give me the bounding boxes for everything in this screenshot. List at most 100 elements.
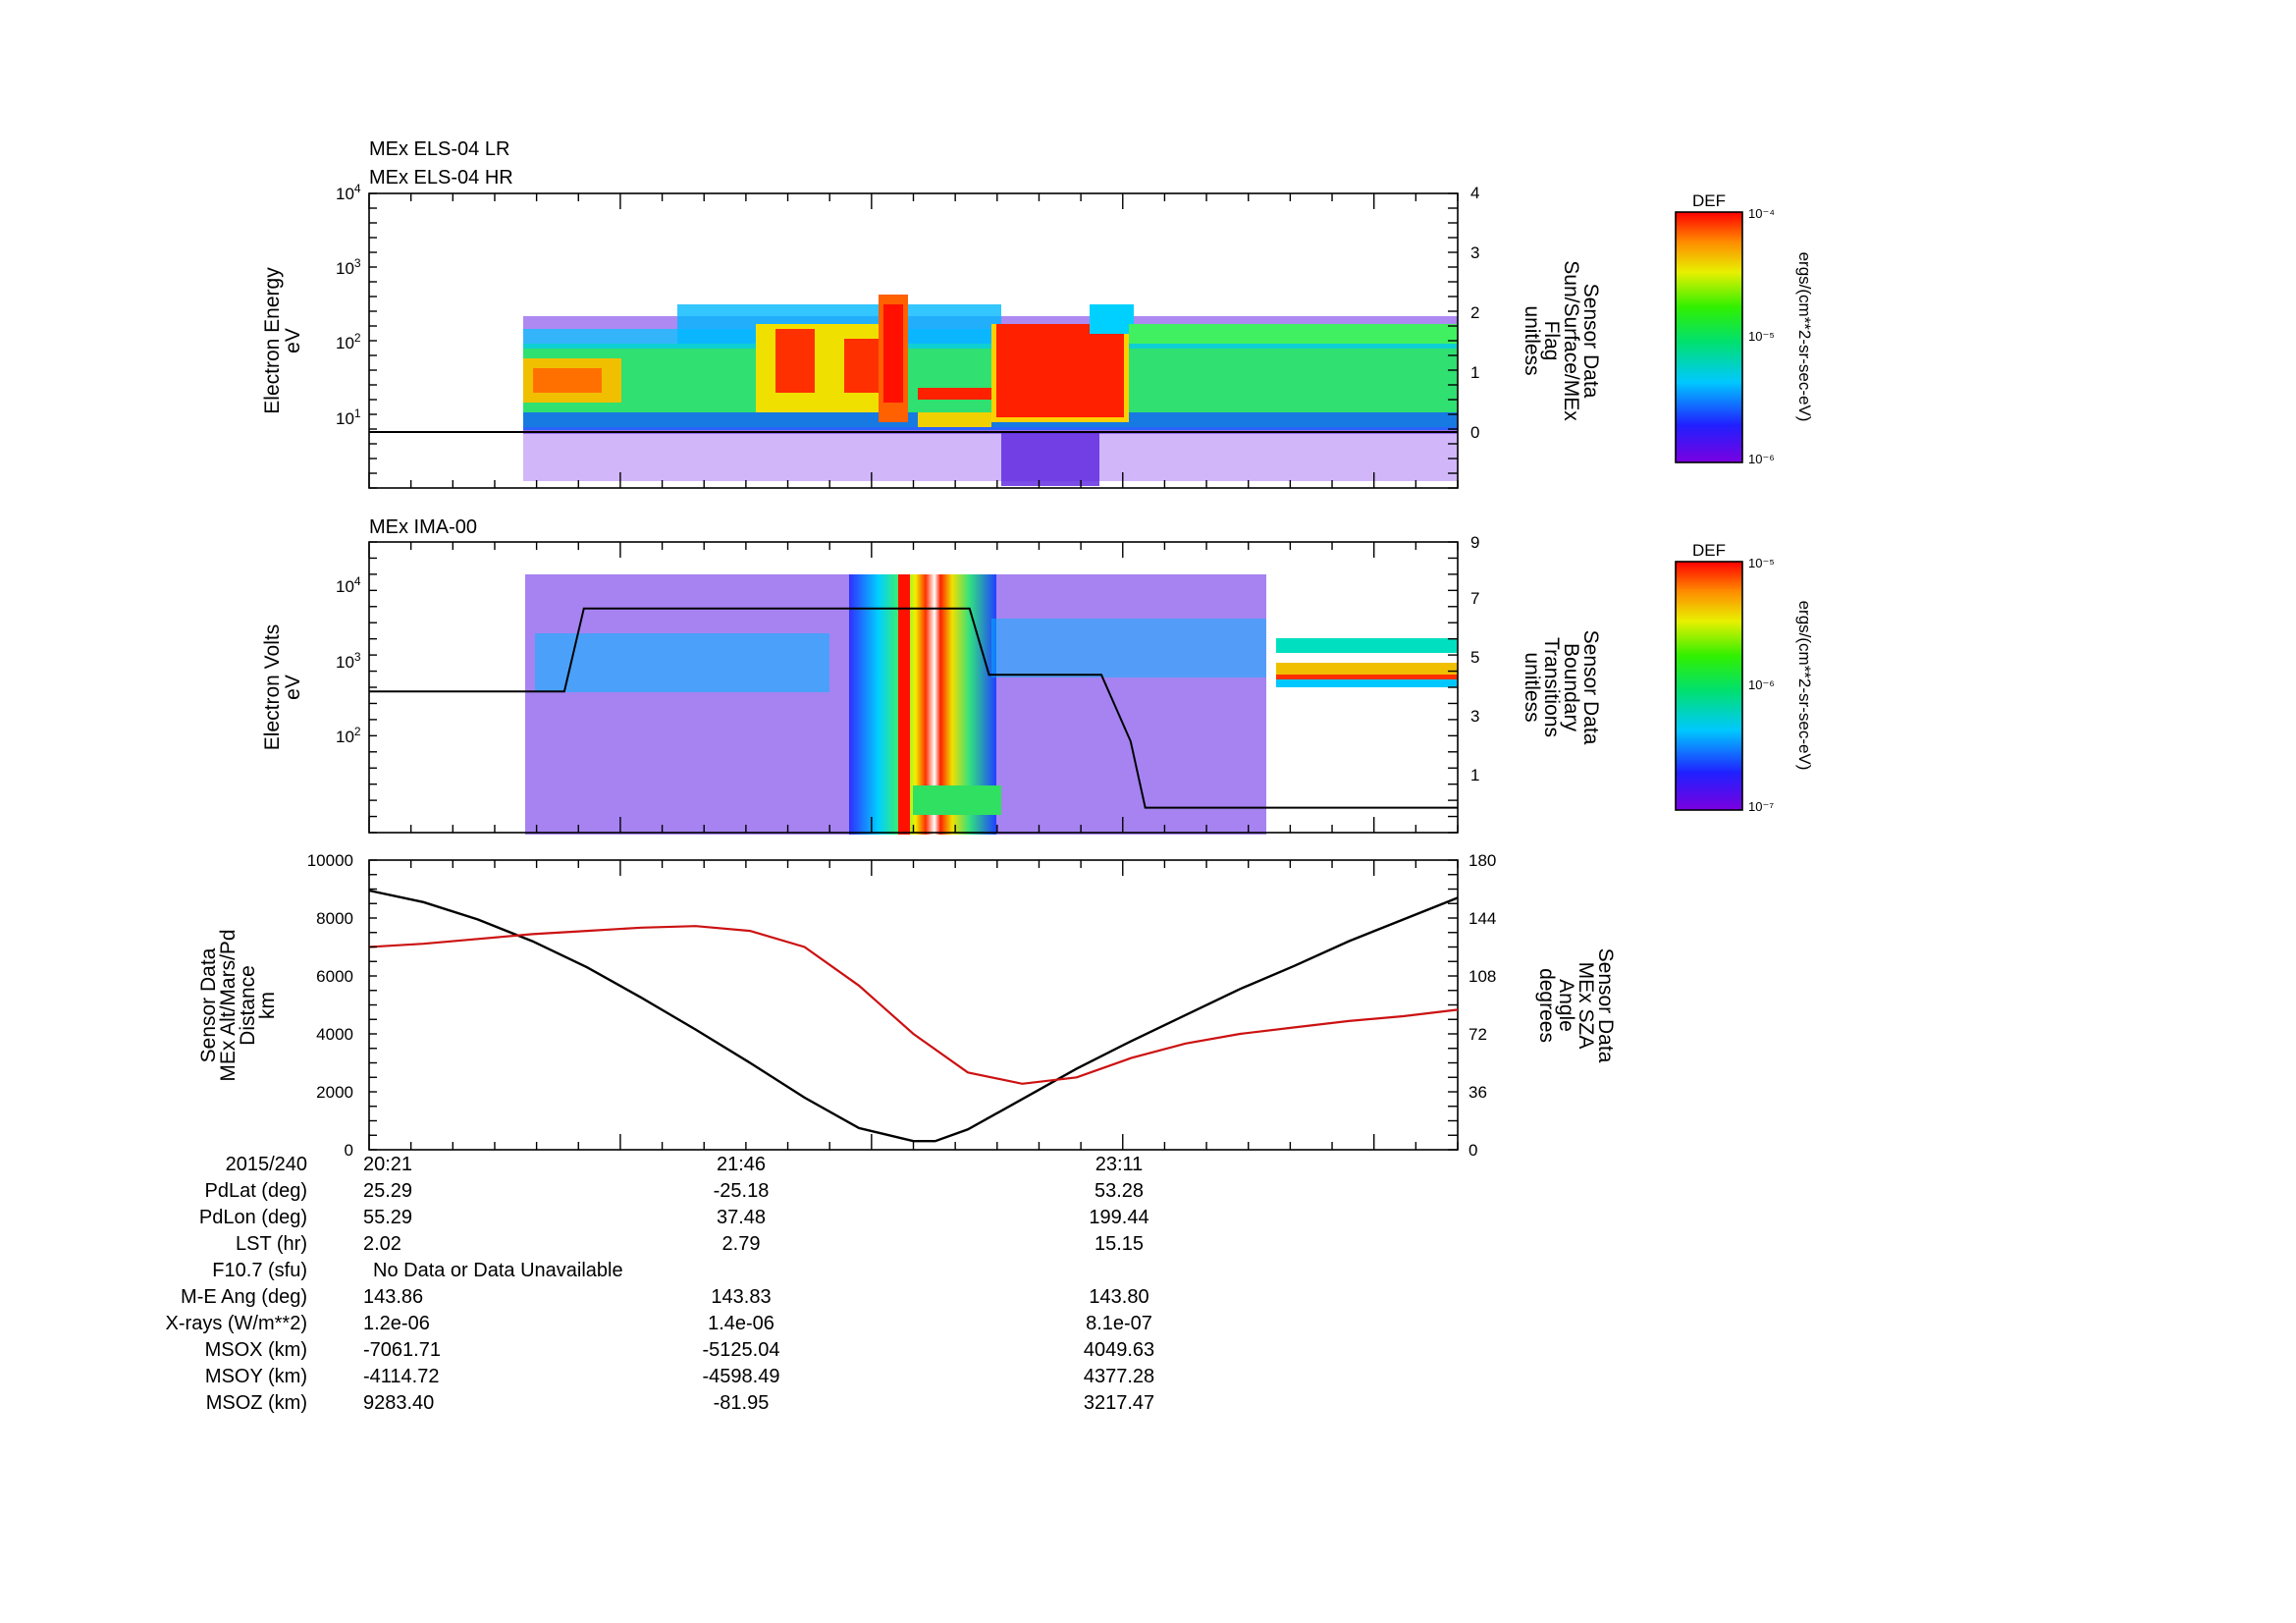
panel2-ylabel-1: Electron Volts: [261, 624, 284, 750]
figure: MEx ELS-04 LR MEx ELS-04 HR 101 102 103 …: [166, 138, 1814, 1414]
panel3-ytick-label: 0: [345, 1141, 353, 1160]
info-row-value: 1.2e-06: [363, 1313, 430, 1334]
panel3-ylabel-3: km: [256, 992, 279, 1019]
colorbar2-mid: 10⁻⁶: [1748, 677, 1775, 692]
info-row-value: 143.80: [1089, 1286, 1148, 1308]
colorbar1-title: DEF: [1692, 191, 1726, 210]
info-row-label: X-rays (W/m**2): [166, 1313, 307, 1334]
panel2-rlabel-3: unitless: [1521, 652, 1543, 722]
panel3-rtick-label: 72: [1468, 1025, 1487, 1044]
info-row-value: 2.02: [363, 1233, 401, 1255]
panel3-ytick-label: 8000: [316, 909, 353, 928]
panel3-ytick-label: 2000: [316, 1083, 353, 1102]
info-row-label: MSOY (km): [205, 1366, 307, 1387]
colorbar1: [1675, 211, 1743, 463]
info-row-value: 23:11: [1095, 1154, 1144, 1175]
panel1-ytick-2: 102: [336, 331, 361, 352]
info-row-value: -81.95: [714, 1392, 770, 1414]
colorbar2: [1675, 561, 1743, 811]
panel2-ytick-4: 104: [336, 574, 361, 596]
info-row-value: 4049.63: [1084, 1339, 1154, 1361]
altitude-line: [368, 889, 1459, 1143]
panel1-rtick-1: 1: [1470, 363, 1479, 382]
info-row-label: LST (hr): [236, 1233, 307, 1255]
colorbar2-bottom: 10⁻⁷: [1748, 799, 1774, 814]
info-row-value: 143.86: [363, 1286, 423, 1308]
info-row-label: MSOX (km): [205, 1339, 307, 1361]
panel3-rlabel-3: degrees: [1535, 968, 1558, 1043]
info-row-value: -4114.72: [363, 1366, 439, 1387]
panel1-ytick-1: 101: [336, 406, 361, 428]
colorbar1-units: ergs/(cm**2-sr-sec-eV): [1795, 252, 1814, 422]
panel1-ylabel-1: Electron Energy: [261, 267, 284, 414]
panel1-ylabel-2: eV: [282, 328, 304, 353]
panel2-ytick-2: 102: [336, 725, 361, 746]
info-row-value: 1.4e-06: [708, 1313, 774, 1334]
panel1-title-hr: MEx ELS-04 HR: [369, 167, 513, 189]
info-row-value: 4377.28: [1084, 1366, 1154, 1387]
panel2-rtick-7: 7: [1470, 589, 1479, 608]
info-row-label: PdLon (deg): [199, 1207, 307, 1228]
colorbar2-units: ergs/(cm**2-sr-sec-eV): [1795, 601, 1814, 771]
colorbar1-mid: 10⁻⁵: [1748, 329, 1775, 344]
colorbar2-title: DEF: [1692, 541, 1726, 560]
panel3-rtick-label: 0: [1468, 1141, 1477, 1160]
colorbar1-bottom: 10⁻⁶: [1748, 452, 1775, 466]
panel2-rtick-5: 5: [1470, 648, 1479, 667]
info-row-label: F10.7 (sfu): [212, 1260, 307, 1281]
panel3-ytick-label: 10000: [307, 851, 353, 870]
panel3-frame: [368, 859, 1459, 1151]
panel1-ytick-4: 104: [336, 182, 361, 203]
info-row-value: 3217.47: [1084, 1392, 1154, 1414]
panel2-rtick-3: 3: [1470, 707, 1479, 726]
panel1-title-lr: MEx ELS-04 LR: [369, 138, 509, 160]
panel1-spectrogram: [523, 295, 1458, 486]
info-row-value: 8.1e-07: [1086, 1313, 1152, 1334]
info-row-value: 15.15: [1095, 1233, 1144, 1255]
info-table: 2015/240 20:21 21:46 23:11 PdLat (deg) 25.29 -…: [166, 1154, 1155, 1414]
panel1-rlabel-3: unitless: [1521, 305, 1543, 375]
panel3-rtick-label: 36: [1468, 1083, 1487, 1102]
info-row-value: 2.79: [722, 1233, 761, 1255]
info-row-label: 2015/240: [226, 1154, 307, 1175]
panel3-rtick-label: 108: [1468, 967, 1496, 986]
info-row-value: -4598.49: [703, 1366, 780, 1387]
panel2-ylabel-2: eV: [282, 675, 304, 700]
info-row-value: 143.83: [711, 1286, 771, 1308]
info-row-value: 20:21: [363, 1154, 412, 1175]
panel1-rtick-0: 0: [1470, 423, 1479, 442]
info-row-value: 21:46: [717, 1154, 766, 1175]
panel3-ytick-label: 4000: [316, 1025, 353, 1044]
colorbar2-top: 10⁻⁵: [1748, 556, 1775, 570]
panel1-rtick-2: 2: [1470, 303, 1479, 322]
info-row-value: 53.28: [1095, 1180, 1144, 1202]
panel3-ytick-label: 6000: [316, 967, 353, 986]
panel1-ytick-3: 103: [336, 256, 361, 278]
info-row-value: 37.48: [717, 1207, 766, 1228]
panel2-spectrogram: [525, 574, 1458, 835]
info-row-value: -7061.71: [363, 1339, 441, 1361]
panel2-rtick-1: 1: [1470, 766, 1479, 784]
panel1-rtick-3: 3: [1470, 243, 1479, 262]
panel3-rtick-label: 180: [1468, 851, 1496, 870]
panel2-title: MEx IMA-00: [369, 516, 477, 538]
panel1-rtick-4: 4: [1470, 184, 1479, 202]
info-row-value: 25.29: [363, 1180, 412, 1202]
colorbar1-top: 10⁻⁴: [1748, 206, 1775, 221]
info-row-value: No Data or Data Unavailable: [373, 1260, 623, 1281]
panel3-ytick-labels: 0 2000 4000 6000 8000 10000 0 36 72 108 144 180: [307, 851, 1497, 1160]
panel3-right-label: Sensor Data MEx SZA Angle degrees: [1535, 948, 1617, 1063]
panel1-right-label: Sensor Data Sun/Surface/MEx Flag unitles…: [1521, 260, 1602, 421]
panel3-rtick-label: 144: [1468, 909, 1496, 928]
info-row-value: 55.29: [363, 1207, 412, 1228]
panel2-right-label: Sensor Data Boundary Transitions unitles…: [1521, 630, 1602, 745]
sza-line: [368, 925, 1459, 1085]
panel2-ytick-3: 103: [336, 650, 361, 672]
info-row-value: -25.18: [714, 1180, 770, 1202]
panel2-rtick-9: 9: [1470, 533, 1479, 552]
info-row-label: M-E Ang (deg): [181, 1286, 307, 1308]
info-row-label: PdLat (deg): [204, 1180, 307, 1202]
info-row-value: 199.44: [1089, 1207, 1148, 1228]
info-row-label: MSOZ (km): [206, 1392, 307, 1414]
info-row-value: 9283.40: [363, 1392, 434, 1414]
